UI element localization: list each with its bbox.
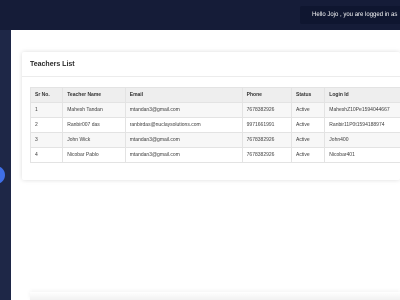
cell-teacher-name: John Wick [62,132,126,148]
cell-sr-no: 4 [29,147,64,163]
cell-teacher-name: Nicobar Pablo [62,147,126,163]
cell-status: Active [291,132,326,148]
table-header-row: Sr No. Teacher Name Email Phone Status L… [29,87,400,103]
cell-status: Active [291,102,326,118]
cell-teacher-name: Ranbir007 das [62,117,126,133]
divider [22,76,400,77]
cell-sr-no: 1 [29,102,64,118]
table-row[interactable]: 2 Ranbir007 das ranbirdas@nuclaysolution… [29,117,400,133]
cell-login-id: MaheshZ10Pe1594044667 [324,102,400,118]
cell-sr-no: 3 [29,132,64,148]
cell-email: mtandan3@gmail.com [124,102,243,118]
cell-login-id: Nicobar401 [324,147,400,163]
table-row[interactable]: 4 Nicobar Pablo mtandan3@gmail.com 76783… [29,147,400,163]
column-header-phone[interactable]: Phone [241,87,293,103]
cell-login-id: John400 [324,132,400,148]
table-row[interactable]: 3 John Wick mtandan3@gmail.com 767838292… [29,132,400,148]
footer-panel [30,292,400,300]
column-header-teacher-name[interactable]: Teacher Name [62,87,126,103]
cell-email: ranbirdas@nuclaysolutions.com [124,117,243,133]
cell-status: Active [291,117,326,133]
cell-email: mtandan3@gmail.com [124,147,243,163]
teachers-table: Sr No. Teacher Name Email Phone Status L… [29,87,400,163]
table-row[interactable]: 1 Mahesh Tandan mtandan3@gmail.com 76783… [29,102,400,118]
cell-teacher-name: Mahesh Tandan [62,102,126,118]
column-header-sr-no[interactable]: Sr No. [29,87,64,103]
cell-phone: 7678382926 [241,132,293,148]
cell-phone: 7678382926 [241,102,293,118]
teachers-list-card: Teachers List Sr No. Teacher Name Email … [22,52,400,180]
cell-login-id: Ranbir11P0t1594188974 [324,117,400,133]
card-title: Teachers List [30,61,75,68]
cell-email: mtandan3@gmail.com [124,132,243,148]
cell-phone: 9971661991 [241,117,293,133]
user-greeting: Hello Jojo , you are logged in as [300,6,400,24]
column-header-email[interactable]: Email [124,87,243,103]
column-header-status[interactable]: Status [291,87,326,103]
cell-phone: 7678382926 [241,147,293,163]
cell-sr-no: 2 [29,117,64,133]
sidebar-toggle-handle[interactable] [0,166,5,184]
cell-status: Active [291,147,326,163]
column-header-login-id[interactable]: Login Id [324,87,400,103]
top-bar: Hello Jojo , you are logged in as [0,0,400,30]
